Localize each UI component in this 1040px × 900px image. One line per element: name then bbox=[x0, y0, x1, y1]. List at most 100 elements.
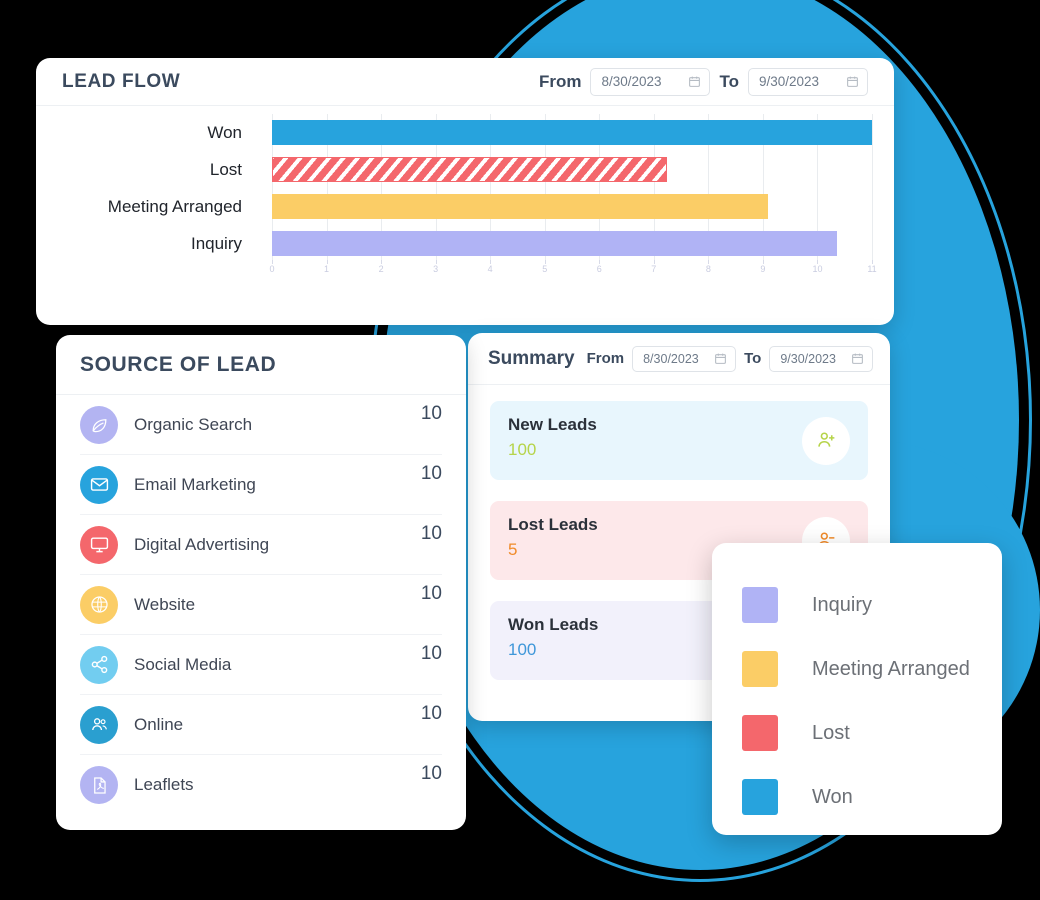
lead-flow-to-value: 9/30/2023 bbox=[759, 74, 820, 89]
summary-from-label: From bbox=[586, 350, 625, 367]
summary-card[interactable]: New Leads 100 bbox=[490, 401, 868, 480]
summary-to-label: To bbox=[744, 350, 762, 367]
source-list-item[interactable]: Social Media 10 bbox=[80, 635, 442, 695]
source-item-label: Social Media bbox=[134, 654, 232, 674]
legend-item-label: Lost bbox=[812, 721, 850, 744]
summary-date-range: From 8/30/2023 To 9/30/2023 bbox=[586, 345, 874, 372]
source-item-count: 10 bbox=[420, 463, 442, 484]
chart-bar-row bbox=[272, 114, 872, 151]
chart-x-tick-label: 5 bbox=[542, 264, 548, 274]
chart-x-tick-label: 7 bbox=[651, 264, 657, 274]
chart-bars bbox=[272, 114, 872, 262]
source-list-item[interactable]: Website 10 bbox=[80, 575, 442, 635]
legend-item-label: Meeting Arranged bbox=[812, 657, 970, 680]
calendar-icon bbox=[847, 76, 858, 87]
summary-title: Summary bbox=[488, 347, 575, 369]
chart-bar-row bbox=[272, 225, 872, 262]
lead-flow-header: LEAD FLOW From 8/30/2023 To 9/30/2023 bbox=[36, 58, 894, 106]
calendar-icon bbox=[852, 353, 864, 364]
legend-item[interactable]: Meeting Arranged bbox=[742, 637, 1002, 701]
chart-y-axis-labels: Won Lost Meeting Arranged Inquiry bbox=[36, 114, 252, 262]
envelope-icon bbox=[80, 465, 118, 504]
chart-gridline bbox=[872, 114, 873, 262]
source-item-label: Digital Advertising bbox=[134, 534, 270, 554]
lead-flow-to-label: To bbox=[719, 71, 739, 91]
source-item-label: Leaflets bbox=[134, 775, 194, 794]
legend-item-label: Won bbox=[812, 785, 853, 808]
legend-item-label: Inquiry bbox=[812, 593, 873, 616]
legend-item[interactable]: Inquiry bbox=[742, 573, 1002, 637]
chart-y-label: Lost bbox=[209, 159, 242, 179]
legend-color-swatch bbox=[742, 779, 778, 815]
lead-flow-panel: LEAD FLOW From 8/30/2023 To 9/30/2023 Wo… bbox=[36, 58, 894, 325]
monitor-icon bbox=[80, 525, 118, 564]
chart-x-tick-label: 3 bbox=[433, 264, 439, 274]
summary-from-value: 8/30/2023 bbox=[643, 351, 699, 366]
source-list-item[interactable]: Organic Search 10 bbox=[80, 395, 442, 455]
source-item-count: 10 bbox=[420, 523, 442, 544]
summary-to-input[interactable]: 9/30/2023 bbox=[769, 345, 874, 372]
chart-y-label: Inquiry bbox=[190, 233, 242, 253]
summary-from-input[interactable]: 8/30/2023 bbox=[632, 345, 737, 372]
leaf-icon bbox=[80, 405, 118, 444]
chart-x-tick-label: 8 bbox=[705, 264, 711, 274]
chart-x-tick-label: 6 bbox=[596, 264, 602, 274]
summary-card-label: New Leads bbox=[508, 415, 597, 434]
lead-flow-chart: Won Lost Meeting Arranged Inquiry 0 1 2 3 4 5 6 7 8… bbox=[36, 106, 894, 325]
source-list-item[interactable]: Digital Advertising 10 bbox=[80, 515, 442, 575]
lead-flow-from-label: From bbox=[538, 71, 582, 91]
chart-y-label: Won bbox=[207, 122, 242, 142]
source-item-label: Organic Search bbox=[134, 414, 253, 434]
chart-bar-won bbox=[272, 120, 872, 145]
lead-flow-to-input[interactable]: 9/30/2023 bbox=[748, 67, 868, 96]
source-item-label: Email Marketing bbox=[134, 474, 256, 494]
source-of-lead-list: Organic Search 10 Email Marketing 10 Digital… bbox=[56, 395, 466, 815]
legend-list: Inquiry Meeting Arranged Lost Won bbox=[742, 573, 1002, 829]
chart-x-tick-label: 11 bbox=[867, 264, 877, 274]
legend-item[interactable]: Lost bbox=[742, 701, 1002, 765]
chart-bar-row bbox=[272, 151, 872, 188]
source-list-item[interactable]: Leaflets 10 bbox=[80, 755, 442, 815]
chart-bar-lost bbox=[272, 157, 668, 182]
legend-color-swatch bbox=[742, 651, 778, 687]
share-icon bbox=[80, 645, 118, 684]
lead-flow-from-input[interactable]: 8/30/2023 bbox=[590, 67, 711, 96]
source-item-count: 10 bbox=[420, 583, 442, 604]
chart-x-tick-label: 0 bbox=[269, 264, 275, 274]
summary-header: Summary From 8/30/2023 To 9/30/2023 bbox=[468, 333, 890, 385]
pdf-file-icon bbox=[80, 766, 118, 804]
lead-flow-title: LEAD FLOW bbox=[62, 70, 181, 92]
legend-color-swatch bbox=[742, 587, 778, 623]
chart-x-axis: 0 1 2 3 4 5 6 7 8 9 10 11 bbox=[269, 260, 877, 288]
calendar-icon bbox=[715, 353, 727, 364]
summary-card-label: Lost Leads bbox=[508, 515, 598, 534]
chart-y-label: Meeting Arranged bbox=[107, 196, 242, 216]
legend-color-swatch bbox=[742, 715, 778, 751]
source-item-label: Website bbox=[134, 594, 196, 614]
source-list-item[interactable]: Online 10 bbox=[80, 695, 442, 755]
globe-icon bbox=[80, 585, 118, 624]
chart-bar-row bbox=[272, 188, 872, 225]
calendar-icon bbox=[689, 76, 701, 87]
chart-x-tick-label: 1 bbox=[324, 264, 330, 274]
chart-legend-popover: Inquiry Meeting Arranged Lost Won bbox=[712, 543, 1002, 835]
summary-card-value: 100 bbox=[508, 440, 537, 459]
screenshot-stage: LEAD FLOW From 8/30/2023 To 9/30/2023 Wo… bbox=[0, 0, 1040, 900]
source-item-label: Online bbox=[134, 714, 184, 734]
source-of-lead-title: SOURCE OF LEAD bbox=[80, 352, 277, 376]
chart-bar-meeting-arranged bbox=[272, 194, 769, 219]
people-icon bbox=[80, 705, 118, 744]
chart-x-tick-label: 4 bbox=[487, 264, 493, 274]
summary-to-value: 9/30/2023 bbox=[780, 351, 836, 366]
source-list-item[interactable]: Email Marketing 10 bbox=[80, 455, 442, 515]
lead-flow-from-value: 8/30/2023 bbox=[601, 74, 662, 89]
chart-x-tick-label: 9 bbox=[760, 264, 766, 274]
source-item-count: 10 bbox=[420, 403, 442, 424]
user-plus-icon bbox=[802, 416, 850, 465]
lead-flow-date-range: From 8/30/2023 To 9/30/2023 bbox=[538, 67, 868, 96]
source-item-count: 10 bbox=[420, 703, 442, 724]
legend-item[interactable]: Won bbox=[742, 765, 1002, 829]
source-item-count: 10 bbox=[420, 643, 442, 664]
source-item-count: 10 bbox=[420, 763, 442, 784]
chart-x-tick-label: 10 bbox=[812, 264, 823, 274]
